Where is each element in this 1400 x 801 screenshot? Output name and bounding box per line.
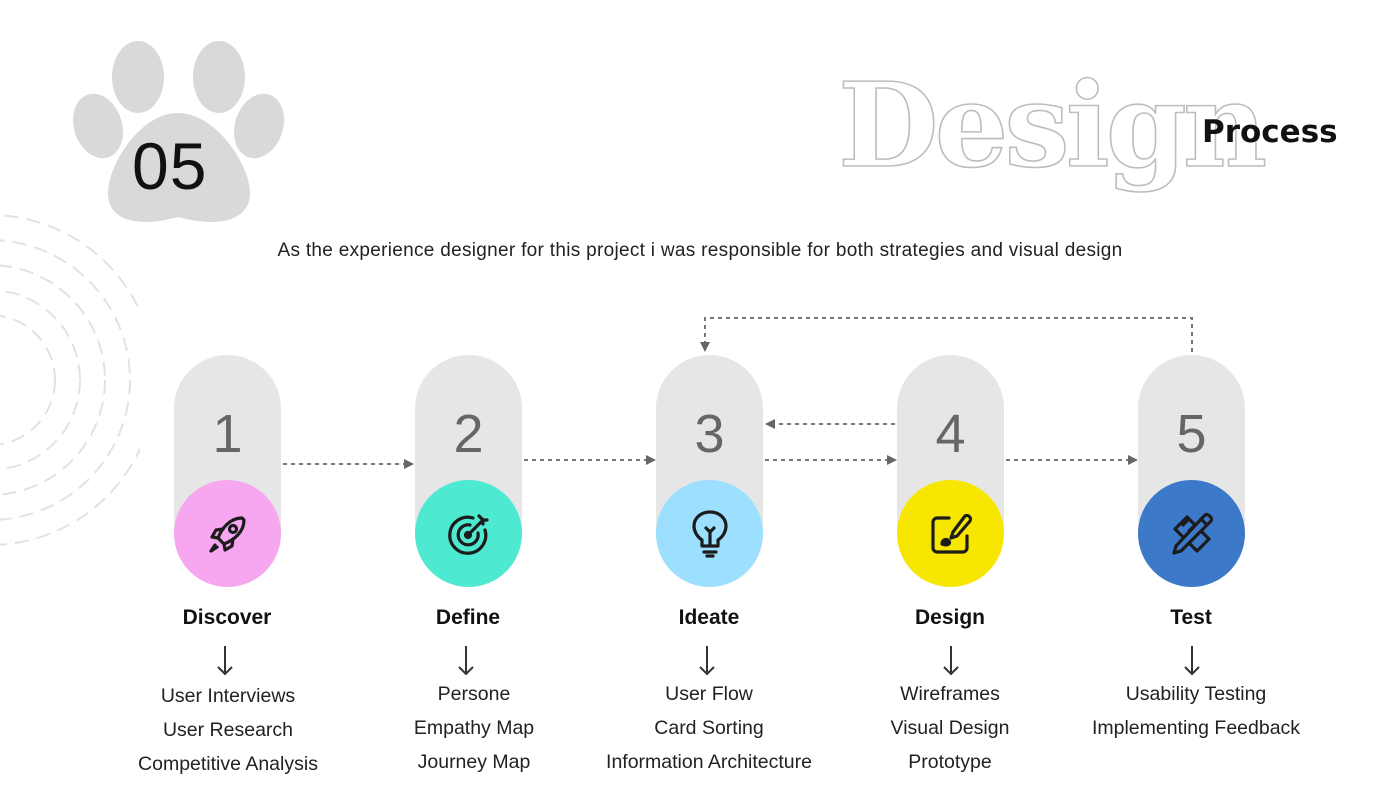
stage-5-title: Test [1170,606,1212,629]
stage-4-number: 4 [935,404,966,464]
stage-2-title: Define [435,606,501,629]
stage-1-down-arrow [217,646,233,676]
stage-5-circle [1138,480,1245,587]
stage-1-title: Discover [182,606,272,629]
stage-1-circle [174,480,281,587]
stage-4-item-1: Wireframes [900,683,1000,705]
stage-3-item-2: Card Sorting [654,717,764,739]
stage-1-number: 1 [212,404,243,464]
stage-3-down-arrow [699,646,715,676]
stage-3-circle [656,480,763,587]
stage-2-number: 2 [453,404,484,464]
stage-3-number: 3 [694,404,725,464]
stage-2-down-arrow [458,646,474,676]
stage-4-circle [897,480,1004,587]
rocket-icon [208,515,246,553]
stage-2-pill: 2 [415,355,522,587]
stage-1-item-3: Competitive Analysis [138,753,318,775]
stage-4-item-2: Visual Design [890,717,1010,739]
edit-icon [930,513,972,554]
stage-4-down-arrow [943,646,959,676]
stage-3-item-1: User Flow [665,683,753,705]
stage-5-pill: 5 [1138,355,1245,587]
stage-3-item-3: Information Architecture [606,751,812,773]
lightbulb-icon [691,509,728,558]
stage-5-down-arrow [1184,646,1200,676]
stage-1-item-2: User Research [162,719,294,741]
stage-5-item-2: Implementing Feedback [1091,717,1301,739]
stage-5-number: 5 [1176,404,1207,464]
design-tools-icon [1171,512,1213,555]
stage-4-title: Design [914,606,985,629]
stage-4-pill: 4 [897,355,1004,587]
stage-5-item-1: Usability Testing [1125,683,1267,705]
stage-3-pill: 3 [656,355,763,587]
stage-1-pill: 1 [174,355,281,587]
arrow-5-to-3-loop [700,317,1193,352]
stage-4-item-3: Prototype [908,751,992,773]
stage-2-circle [415,480,522,587]
stage-3-title: Ideate [678,606,740,629]
stage-1-item-1: User Interviews [160,685,296,707]
target-icon [447,513,489,555]
